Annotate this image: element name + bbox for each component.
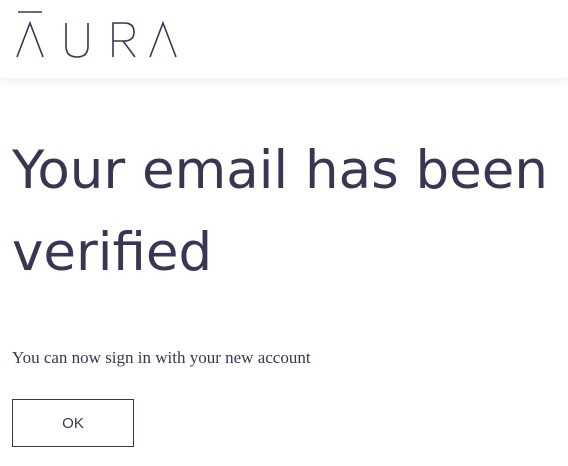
aura-logo[interactable] xyxy=(16,10,180,60)
ok-button[interactable]: OK xyxy=(12,399,134,447)
site-header xyxy=(0,0,568,78)
verification-content: Your email has been verified You can now… xyxy=(0,78,568,466)
verification-message: You can now sign in with your new accoun… xyxy=(12,348,311,367)
page-title: Your email has been verified xyxy=(12,140,548,283)
aura-logo-mark xyxy=(16,11,177,58)
